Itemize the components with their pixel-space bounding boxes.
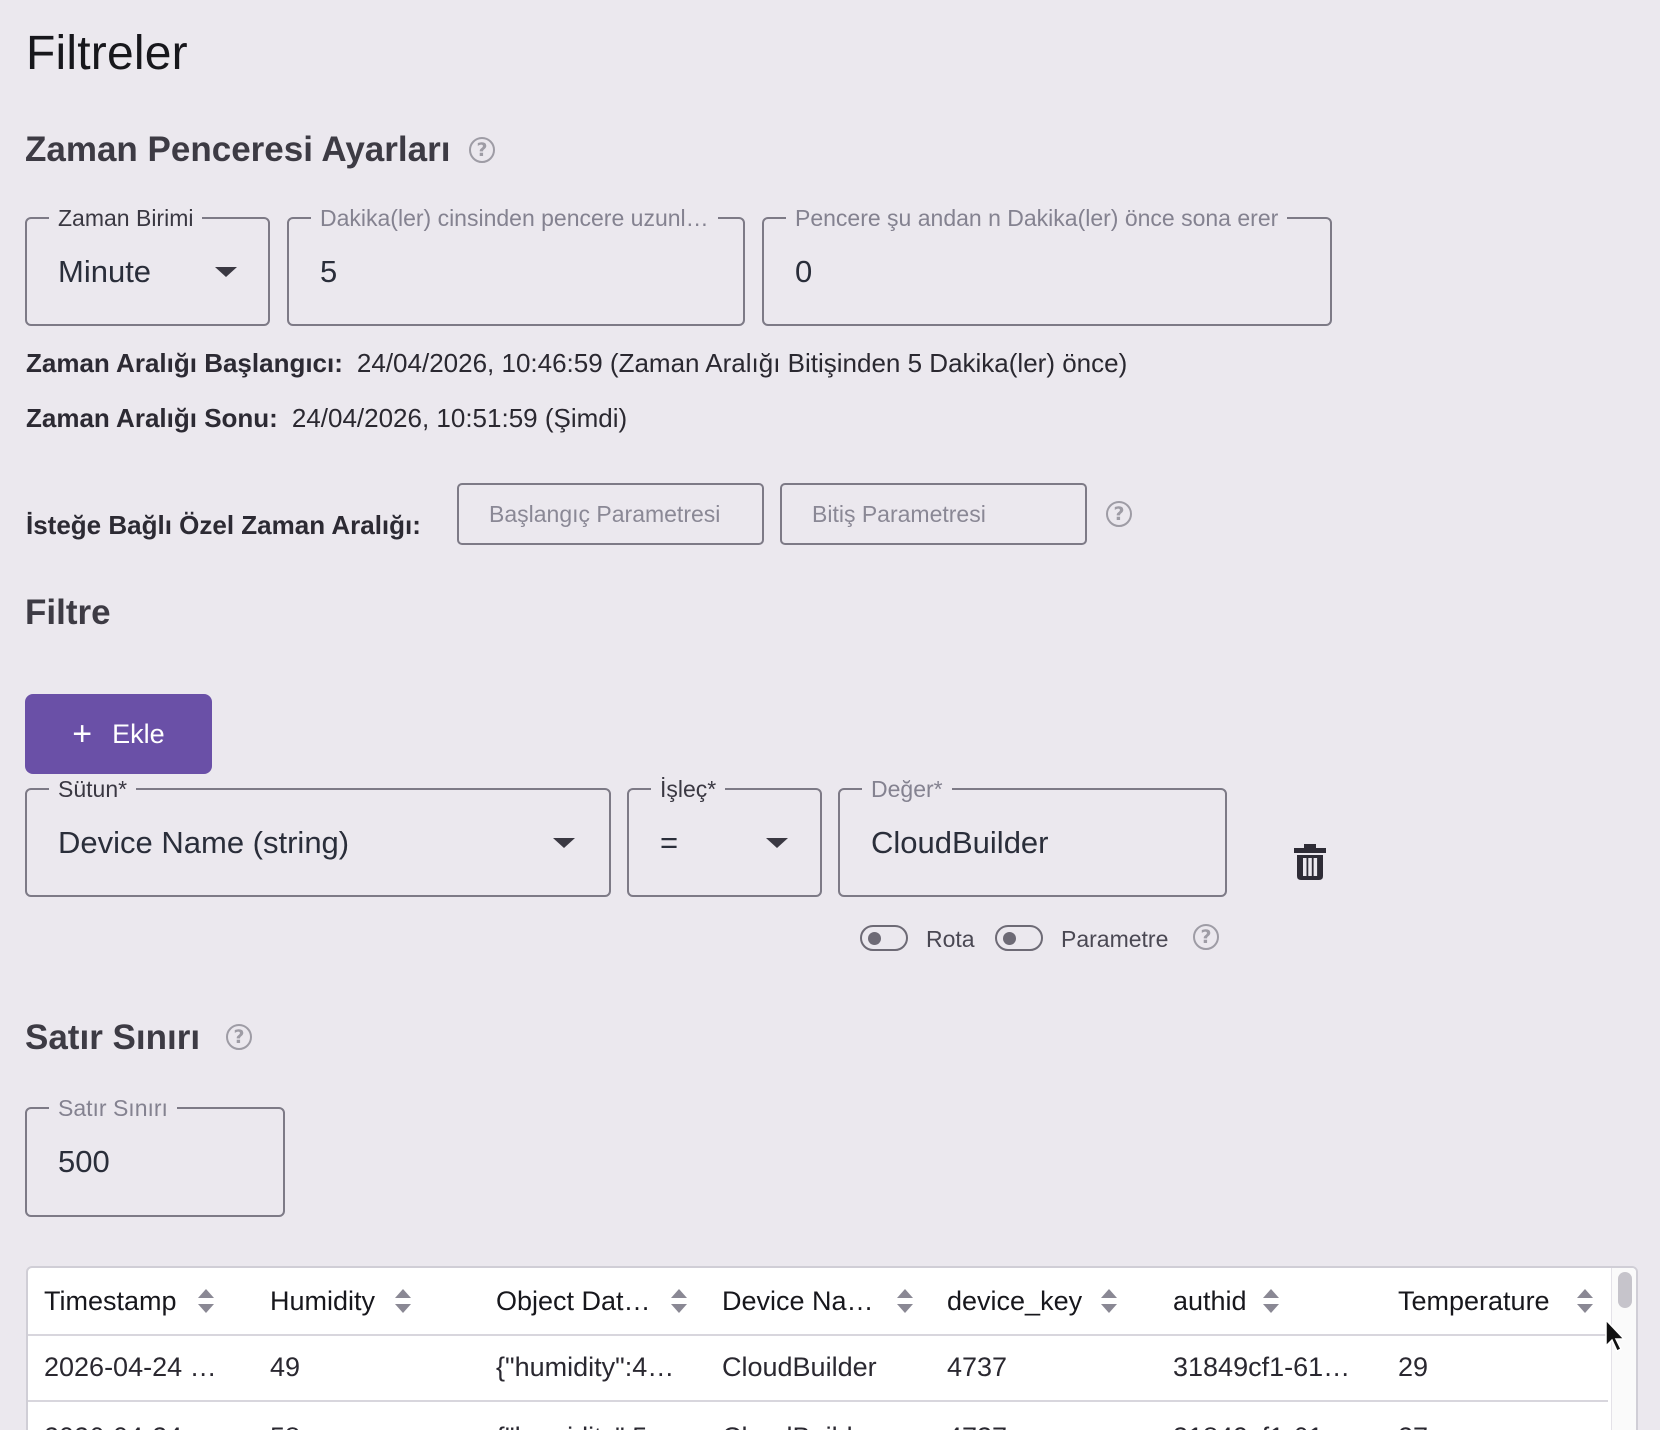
end-param-input[interactable]: Bitiş Parametresi	[780, 483, 1087, 545]
window-length-legend: Dakika(ler) cinsinden pencere uzunl…	[311, 205, 718, 231]
value-value: CloudBuilder	[871, 824, 1049, 860]
custom-range-label: İsteğe Bağlı Özel Zaman Aralığı:	[26, 510, 421, 540]
column-header[interactable]: Temperature	[1398, 1286, 1573, 1317]
toggle-knob	[868, 932, 881, 945]
window-length-value: 5	[320, 253, 338, 289]
time-unit-legend: Zaman Birimi	[49, 205, 203, 231]
sort-icon[interactable]	[198, 1289, 214, 1313]
table-cell: 31849cf1-61…	[1173, 1351, 1351, 1382]
window-offset-input[interactable]: Pencere şu andan n Dakika(ler) önce sona…	[762, 205, 1332, 326]
help-icon[interactable]: ?	[469, 137, 495, 163]
window-offset-legend: Pencere şu andan n Dakika(ler) önce sona…	[786, 205, 1288, 231]
scrollbar-thumb[interactable]	[1618, 1272, 1632, 1308]
operator-legend: İşleç*	[651, 776, 726, 802]
column-header[interactable]: device_key	[947, 1286, 1097, 1317]
table-cell: {"humidity":4…	[496, 1351, 675, 1382]
range-end-label: Zaman Aralığı Sonu:	[26, 403, 278, 433]
row-limit-legend: Satır Sınırı	[49, 1095, 177, 1121]
parameter-toggle[interactable]	[995, 925, 1043, 951]
window-length-input[interactable]: Dakika(ler) cinsinden pencere uzunl… 5	[287, 205, 745, 326]
plus-icon: +	[72, 715, 93, 753]
table-row[interactable]: 2026-04-24 … 58 {"humidity":5… CloudBuil…	[28, 1402, 1608, 1430]
value-legend: Değer*	[862, 776, 952, 802]
help-icon[interactable]: ?	[1106, 501, 1132, 527]
data-table: Timestamp Humidity Object Dat… Device Na…	[26, 1266, 1638, 1430]
mouse-cursor-icon	[1605, 1318, 1626, 1353]
sort-icon[interactable]	[1577, 1289, 1593, 1313]
custom-range-line: İsteğe Bağlı Özel Zaman Aralığı:	[26, 510, 435, 541]
table-cell: 2026-04-24 …	[44, 1351, 217, 1382]
table-cell: 29	[1398, 1351, 1429, 1382]
start-param-input[interactable]: Başlangıç Parametresi	[457, 483, 764, 545]
table-cell: 4737	[947, 1422, 1147, 1430]
column-value: Device Name (string)	[58, 824, 350, 860]
time-unit-value: Minute	[58, 253, 152, 289]
range-end-line: Zaman Aralığı Sonu: 24/04/2026, 10:51:59 …	[26, 403, 627, 434]
sort-icon[interactable]	[1263, 1289, 1279, 1313]
table-cell: 2026-04-24 …	[44, 1422, 244, 1430]
route-toggle-label: Rota	[926, 926, 975, 952]
page-title: Filtreler	[26, 27, 188, 80]
column-header[interactable]: Timestamp	[44, 1286, 194, 1317]
trash-icon[interactable]	[1294, 844, 1326, 880]
chevron-down-icon	[215, 266, 237, 277]
sort-icon[interactable]	[395, 1289, 411, 1313]
column-header[interactable]: Humidity	[270, 1286, 410, 1317]
filters-page: Filtreler Zaman Penceresi Ayarları ? Zam…	[0, 0, 1660, 1430]
table-cell: CloudBuilder	[722, 1351, 877, 1382]
operator-value: =	[660, 824, 679, 860]
table-cell: 27	[1398, 1422, 1578, 1430]
add-filter-button[interactable]: + Ekle	[25, 694, 212, 774]
range-start-line: Zaman Aralığı Başlangıcı: 24/04/2026, 10:…	[26, 348, 1127, 379]
operator-select[interactable]: İşleç* =	[627, 776, 822, 897]
range-start-value: 24/04/2026, 10:46:59 (Zaman Aralığı Biti…	[356, 348, 1128, 378]
table-cell: 4737	[947, 1351, 1008, 1382]
column-header[interactable]: Object Dat…	[496, 1286, 668, 1317]
time-unit-select[interactable]: Zaman Birimi Minute	[25, 205, 270, 326]
table-cell: 31849cf1-61…	[1173, 1422, 1368, 1430]
help-icon[interactable]: ?	[226, 1024, 252, 1050]
row-limit-value: 500	[58, 1144, 110, 1179]
chevron-down-icon	[553, 837, 575, 848]
add-filter-label: Ekle	[112, 718, 165, 749]
column-legend: Sütun*	[49, 776, 137, 802]
table-cell: 49	[270, 1351, 301, 1382]
range-end-value: 24/04/2026, 10:51:59 (Şimdi)	[291, 403, 628, 433]
table-cell: {"humidity":5…	[496, 1422, 696, 1430]
table-row[interactable]: 2026-04-24 … 49 {"humidity":4… CloudBuil…	[28, 1334, 1608, 1402]
table-cell: 58	[270, 1422, 450, 1430]
sort-icon[interactable]	[1101, 1289, 1117, 1313]
route-toggle[interactable]	[860, 925, 908, 951]
chevron-down-icon	[766, 837, 788, 848]
row-limit-input[interactable]: Satır Sınırı 500	[25, 1095, 285, 1217]
value-input[interactable]: Değer* CloudBuilder	[838, 776, 1227, 897]
filter-title: Filtre	[25, 593, 111, 632]
sort-icon[interactable]	[671, 1289, 687, 1313]
parameter-toggle-label: Parametre	[1061, 926, 1169, 952]
range-start-label: Zaman Aralığı Başlangıcı:	[26, 348, 343, 378]
table-header: Timestamp Humidity Object Dat… Device Na…	[28, 1268, 1608, 1336]
sort-icon[interactable]	[897, 1289, 913, 1313]
table-cell: CloudBuilder	[722, 1422, 922, 1430]
window-offset-value: 0	[795, 253, 813, 289]
help-icon[interactable]: ?	[1193, 924, 1219, 950]
column-header[interactable]: Device Na…	[722, 1286, 890, 1317]
time-window-title: Zaman Penceresi Ayarları	[25, 130, 451, 169]
row-limit-title: Satır Sınırı	[25, 1018, 201, 1057]
toggle-knob	[1003, 932, 1016, 945]
column-select[interactable]: Sütun* Device Name (string)	[25, 776, 611, 897]
